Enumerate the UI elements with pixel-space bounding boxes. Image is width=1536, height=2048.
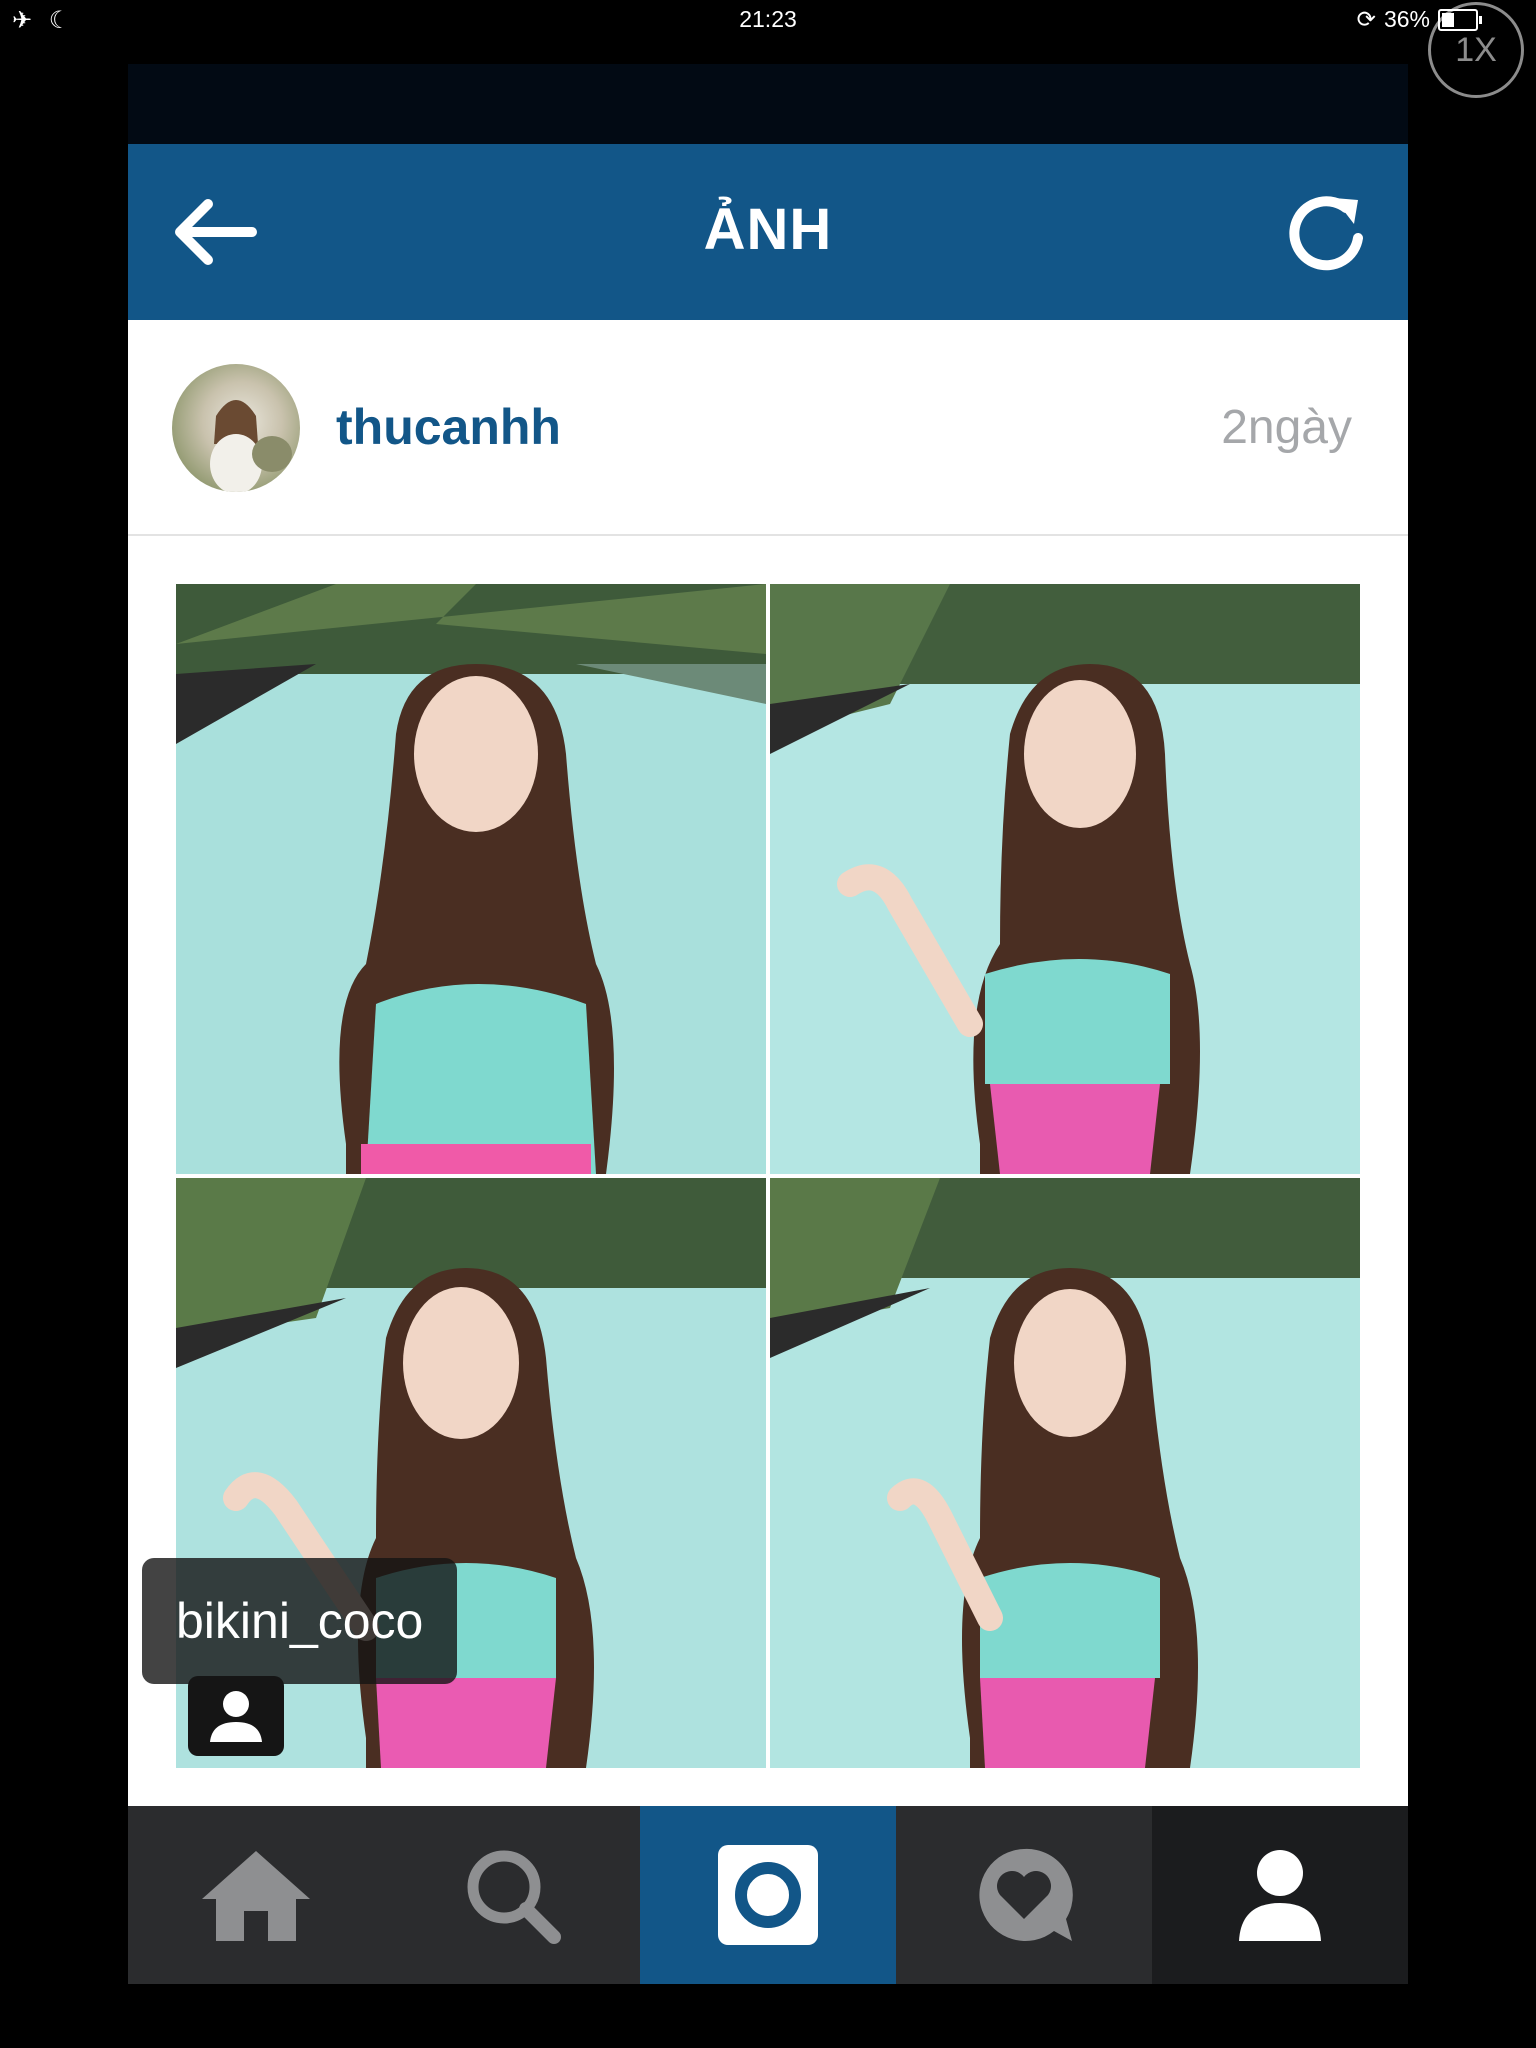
profile-icon [1239,1850,1321,1941]
collage-tile-4 [770,1178,1360,1768]
tab-activity[interactable] [896,1806,1152,1984]
top-strip [128,64,1408,144]
app-window: ẢNH thucanhh 2ngày [128,64,1408,1984]
status-time: 21:23 [739,6,797,32]
tab-bar [128,1806,1408,1984]
home-icon [202,1851,310,1941]
tab-search[interactable] [384,1806,640,1984]
page-title: ẢNH [703,197,833,262]
battery-percent: 36% [1383,6,1430,32]
heart-bubble-icon [979,1848,1073,1941]
tab-home[interactable] [128,1806,384,1984]
status-bar: ✈ ☾ 21:23 ⟳ 36% [0,0,1536,44]
tag-people-button[interactable] [188,1676,284,1756]
navbar: ẢNH [128,144,1408,320]
avatar[interactable] [172,364,300,492]
post-header: thucanhh 2ngày [128,320,1408,536]
collage-tile-1 [176,584,766,1174]
search-icon [467,1850,561,1944]
post-username[interactable]: thucanhh [336,398,561,456]
post-timestamp: 2ngày [1221,401,1352,454]
refresh-icon [1289,196,1363,271]
photo-tag-label[interactable]: bikini_coco [142,1558,458,1684]
orientation-lock-icon: ⟳ [1356,6,1376,32]
camera-icon [718,1845,818,1945]
refresh-button[interactable] [1284,190,1368,274]
tab-camera[interactable] [640,1806,896,1984]
collage-tile-2 [770,584,1360,1174]
zoom-badge[interactable]: 1X [1428,2,1524,98]
user-tag-icon [210,1691,262,1742]
tab-profile[interactable] [1152,1806,1408,1984]
